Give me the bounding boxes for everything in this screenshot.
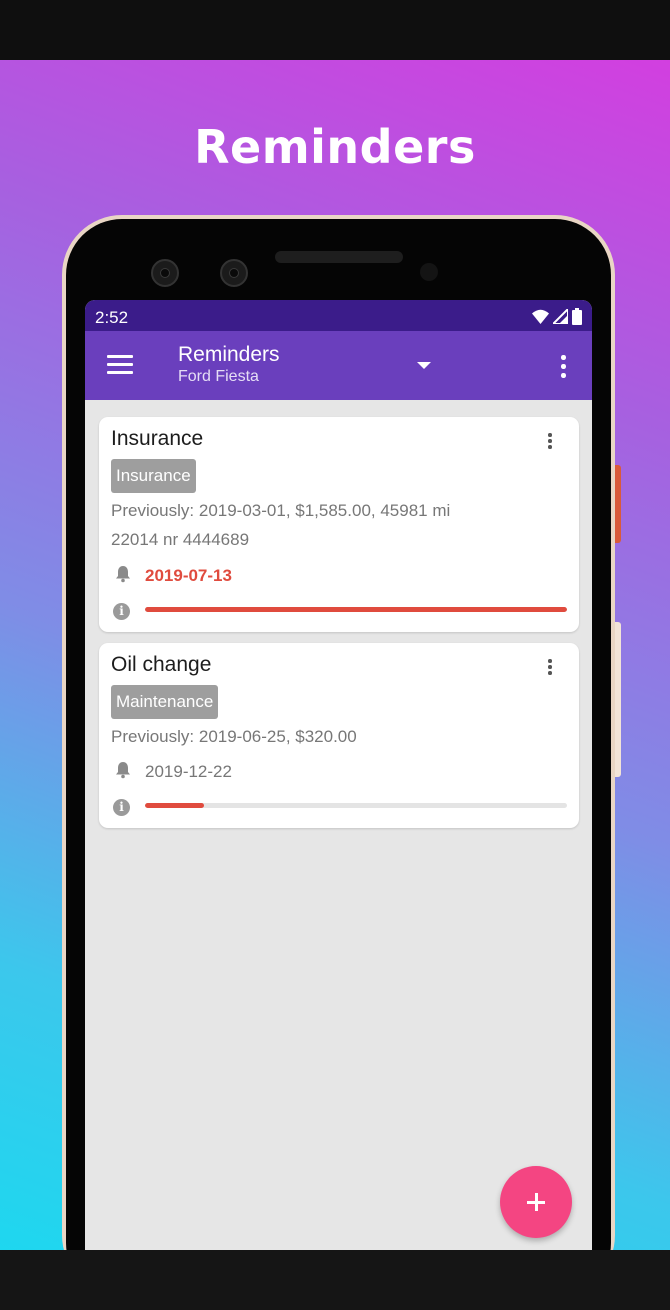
info-icon[interactable]: i bbox=[113, 603, 130, 620]
previous-service-line: Previously: 2019-03-01, $1,585.00, 45981… bbox=[111, 501, 451, 520]
category-chip: Maintenance bbox=[111, 685, 219, 719]
progress-track bbox=[145, 607, 567, 612]
progress-fill bbox=[145, 607, 567, 612]
add-reminder-button[interactable] bbox=[500, 1166, 572, 1238]
status-icons bbox=[532, 307, 582, 325]
earpiece-speaker bbox=[275, 251, 403, 263]
signal-icon bbox=[553, 308, 568, 324]
status-bar: 2:52 bbox=[85, 300, 592, 331]
progress-track bbox=[145, 803, 567, 808]
device-top-bar bbox=[0, 0, 670, 60]
device-bottom-bar bbox=[0, 1250, 670, 1310]
promo-title: Reminders bbox=[194, 120, 476, 174]
phone-volume-button bbox=[615, 622, 621, 777]
bell-icon bbox=[116, 566, 130, 583]
front-camera-left bbox=[151, 259, 179, 287]
reminder-title: Oil change bbox=[111, 653, 212, 676]
battery-icon bbox=[572, 307, 582, 325]
more-vert-icon[interactable] bbox=[555, 355, 573, 379]
dropdown-icon[interactable] bbox=[417, 362, 431, 369]
bell-icon bbox=[116, 762, 130, 779]
phone-power-button bbox=[615, 465, 621, 543]
reminder-card-oil-change[interactable]: Oil change Maintenance Previously: 2019-… bbox=[99, 643, 579, 828]
front-camera-right bbox=[220, 259, 248, 287]
due-date: 2019-07-13 bbox=[145, 566, 232, 585]
notes-line: 22014 nr 4444689 bbox=[111, 530, 250, 549]
wifi-icon bbox=[532, 309, 549, 324]
app-title: Reminders bbox=[178, 343, 280, 366]
previous-service-line: Previously: 2019-06-25, $320.00 bbox=[111, 727, 357, 746]
more-vert-icon[interactable] bbox=[543, 659, 557, 679]
proximity-sensor bbox=[420, 263, 438, 281]
reminder-card-insurance[interactable]: Insurance Insurance Previously: 2019-03-… bbox=[99, 417, 579, 632]
app-bar: Reminders Ford Fiesta bbox=[85, 331, 592, 400]
category-chip: Insurance bbox=[111, 459, 196, 493]
more-vert-icon[interactable] bbox=[543, 433, 557, 453]
progress-fill bbox=[145, 803, 205, 808]
phone-screen: 2:52 Reminders Ford Fiesta Insurance Ins… bbox=[85, 300, 592, 1250]
reminder-title: Insurance bbox=[111, 427, 204, 450]
due-date: 2019-12-22 bbox=[145, 762, 232, 781]
menu-icon[interactable] bbox=[107, 355, 133, 375]
vehicle-selector[interactable]: Ford Fiesta bbox=[178, 368, 259, 386]
info-icon[interactable]: i bbox=[113, 799, 130, 816]
status-time: 2:52 bbox=[95, 308, 129, 327]
